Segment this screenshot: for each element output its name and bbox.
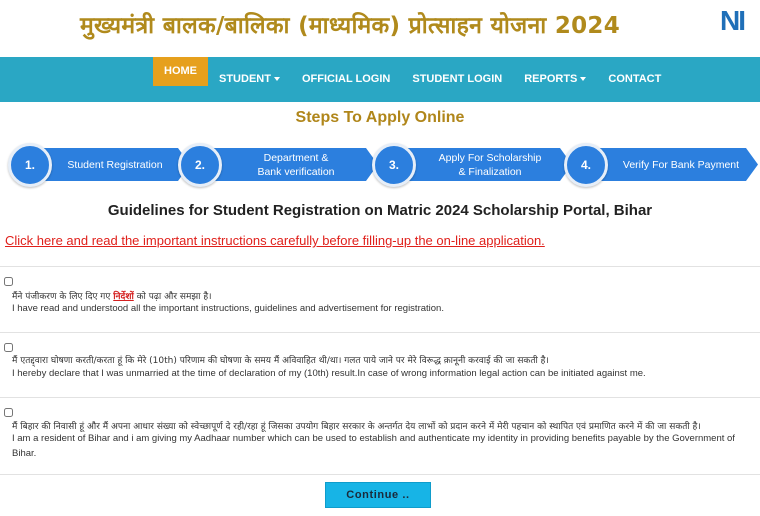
logo-text: NI (720, 5, 746, 36)
step-2-label: Department & Bank verification (228, 148, 364, 181)
nav-student-login[interactable]: STUDENT LOGIN (401, 57, 513, 102)
step-4-number: 4. (564, 143, 608, 187)
step-1-label: Student Registration (54, 148, 176, 181)
nav-reports-label: REPORTS (524, 73, 578, 85)
divider (0, 397, 760, 398)
step-1-number: 1. (8, 143, 52, 187)
step-3-label-line1: Apply For Scholarship (438, 151, 542, 164)
declaration-1-english: I have read and understood all the impor… (12, 303, 444, 314)
declaration-2-hindi: मैं एतद्द्वारा घोषणा करती/करता हूं कि मे… (12, 356, 549, 366)
nav-menu: HOME STUDENT OFFICIAL LOGIN STUDENT LOGI… (153, 57, 672, 102)
nav-contact[interactable]: CONTACT (597, 57, 672, 102)
step-2-label-line2: Bank verification (257, 165, 335, 178)
step-2-label-line1: Department & (263, 151, 329, 164)
step-3-number: 3. (372, 143, 416, 187)
nav-official-login[interactable]: OFFICIAL LOGIN (291, 57, 401, 102)
instructions-link[interactable]: Click here and read the important instru… (5, 233, 545, 248)
steps-title: Steps To Apply Online (295, 109, 465, 126)
nav-official-login-label: OFFICIAL LOGIN (301, 73, 391, 85)
step-4-label-line1: Verify For Bank Payment (622, 158, 740, 171)
declaration-2-checkbox[interactable] (4, 343, 13, 352)
guidelines-title: Guidelines for Student Registration on M… (107, 202, 653, 219)
declaration-1-checkbox[interactable] (4, 277, 13, 286)
declaration-3: मैं बिहार की निवासी हूं और मैं अपना आधार… (0, 405, 760, 475)
site-title: मुख्यमंत्री बालक/बालिका (माध्यमिक) प्रोत… (79, 13, 621, 39)
step-3: Apply For Scholarship & Finalization 3. (372, 143, 572, 187)
step-1: Student Registration 1. (8, 143, 190, 187)
nav-contact-label: CONTACT (608, 73, 662, 85)
nav-student-label: STUDENT (219, 73, 271, 85)
divider (0, 266, 760, 267)
declaration-3-checkbox[interactable] (4, 408, 13, 417)
caret-down-icon (580, 77, 587, 82)
nav-home-label: HOME (164, 65, 197, 77)
nav-student-dropdown[interactable]: STUDENT (208, 57, 291, 102)
nav-student-login-label: STUDENT LOGIN (412, 73, 503, 85)
step-2: Department & Bank verification 2. (178, 143, 378, 187)
step-1-label-line1: Student Registration (67, 158, 163, 171)
steps-progress: Student Registration 1. Department & Ban… (8, 143, 760, 187)
step-3-label-line2: & Finalization (458, 165, 522, 178)
declaration-2-english: I hereby declare that I was unmarried at… (12, 368, 646, 379)
declaration-2: मैं एतद्द्वारा घोषणा करती/करता हूं कि मे… (0, 340, 760, 392)
nav-home[interactable]: HOME (153, 57, 208, 86)
declaration-3-english: I am a resident of Bihar and i am giving… (12, 433, 735, 459)
caret-down-icon (273, 77, 280, 82)
main-navbar: HOME STUDENT OFFICIAL LOGIN STUDENT LOGI… (0, 57, 760, 102)
nav-reports-dropdown[interactable]: REPORTS (513, 57, 597, 102)
divider (0, 474, 760, 475)
nic-logo: NI (720, 6, 760, 36)
step-4-label: Verify For Bank Payment (614, 148, 748, 181)
declaration-1: मैंने पंजीकरण के लिए दिए गए निर्देशों को… (0, 274, 760, 326)
divider (0, 332, 760, 333)
step-3-label: Apply For Scholarship & Finalization (422, 148, 558, 181)
step-4: Verify For Bank Payment 4. (564, 143, 758, 187)
site-header: मुख्यमंत्री बालक/बालिका (माध्यमिक) प्रोत… (0, 0, 760, 56)
continue-button[interactable]: Continue .. (325, 482, 431, 508)
step-2-number: 2. (178, 143, 222, 187)
